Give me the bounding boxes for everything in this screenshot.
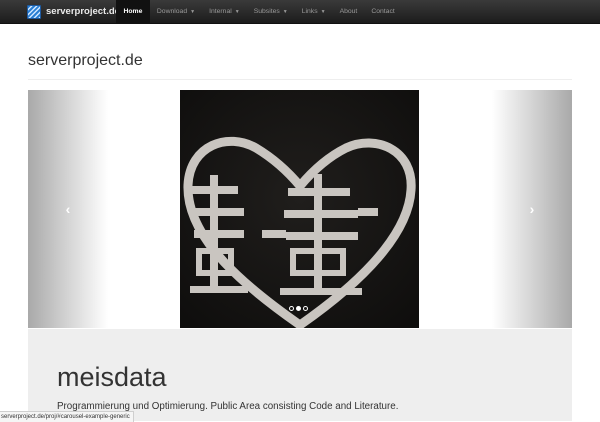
carousel-indicator-1[interactable] — [289, 306, 294, 311]
brand-logo-icon — [27, 4, 41, 19]
caret-down-icon: ▼ — [282, 8, 288, 15]
chevron-right-icon: › — [529, 201, 535, 217]
carousel-indicators — [289, 306, 308, 311]
nav-item-home[interactable]: Home — [116, 0, 150, 23]
nav-label: Links — [301, 8, 318, 15]
main-nav: Home Download ▼ Internal ▼ Subsites ▼ Li… — [116, 0, 402, 23]
nav-label: Subsites — [253, 8, 280, 15]
carousel-indicator-3[interactable] — [303, 306, 308, 311]
caret-down-icon: ▼ — [190, 8, 196, 15]
nav-item-subsites[interactable]: Subsites ▼ — [247, 0, 295, 23]
brand-name: serverproject.de — [46, 6, 120, 17]
nav-label: Download — [156, 8, 188, 15]
nav-label: Home — [123, 8, 143, 15]
carousel-next-button[interactable]: › — [492, 90, 572, 328]
nav-item-download[interactable]: Download ▼ — [150, 0, 202, 23]
jumbotron-title: meisdata — [57, 362, 167, 392]
jumbotron: meisdata Programmierung und Optimierung.… — [28, 329, 572, 421]
carousel-prev-button[interactable]: ‹ — [28, 90, 108, 328]
nav-item-links[interactable]: Links ▼ — [295, 0, 333, 23]
brand-link[interactable]: serverproject.de — [27, 0, 120, 23]
status-bar-url: serverproject.de/proj/#carousel-example-… — [0, 411, 134, 422]
page-title: serverproject.de — [28, 52, 143, 69]
nav-item-about[interactable]: About — [333, 0, 365, 23]
nav-label: Internal — [209, 8, 232, 15]
carousel-indicator-2[interactable] — [296, 306, 301, 311]
carousel-slide-image — [180, 90, 419, 328]
double-happiness-heart-image — [180, 90, 419, 328]
caret-down-icon: ▼ — [320, 8, 326, 15]
image-carousel: ‹ › — [28, 90, 572, 328]
nav-item-internal[interactable]: Internal ▼ — [202, 0, 247, 23]
caret-down-icon: ▼ — [234, 8, 240, 15]
nav-item-contact[interactable]: Contact — [364, 0, 401, 23]
nav-label: Contact — [371, 8, 395, 15]
chevron-left-icon: ‹ — [65, 201, 71, 217]
top-navbar: serverproject.de Home Download ▼ Interna… — [0, 0, 600, 24]
nav-label: About — [339, 8, 358, 15]
header-divider — [28, 79, 572, 80]
